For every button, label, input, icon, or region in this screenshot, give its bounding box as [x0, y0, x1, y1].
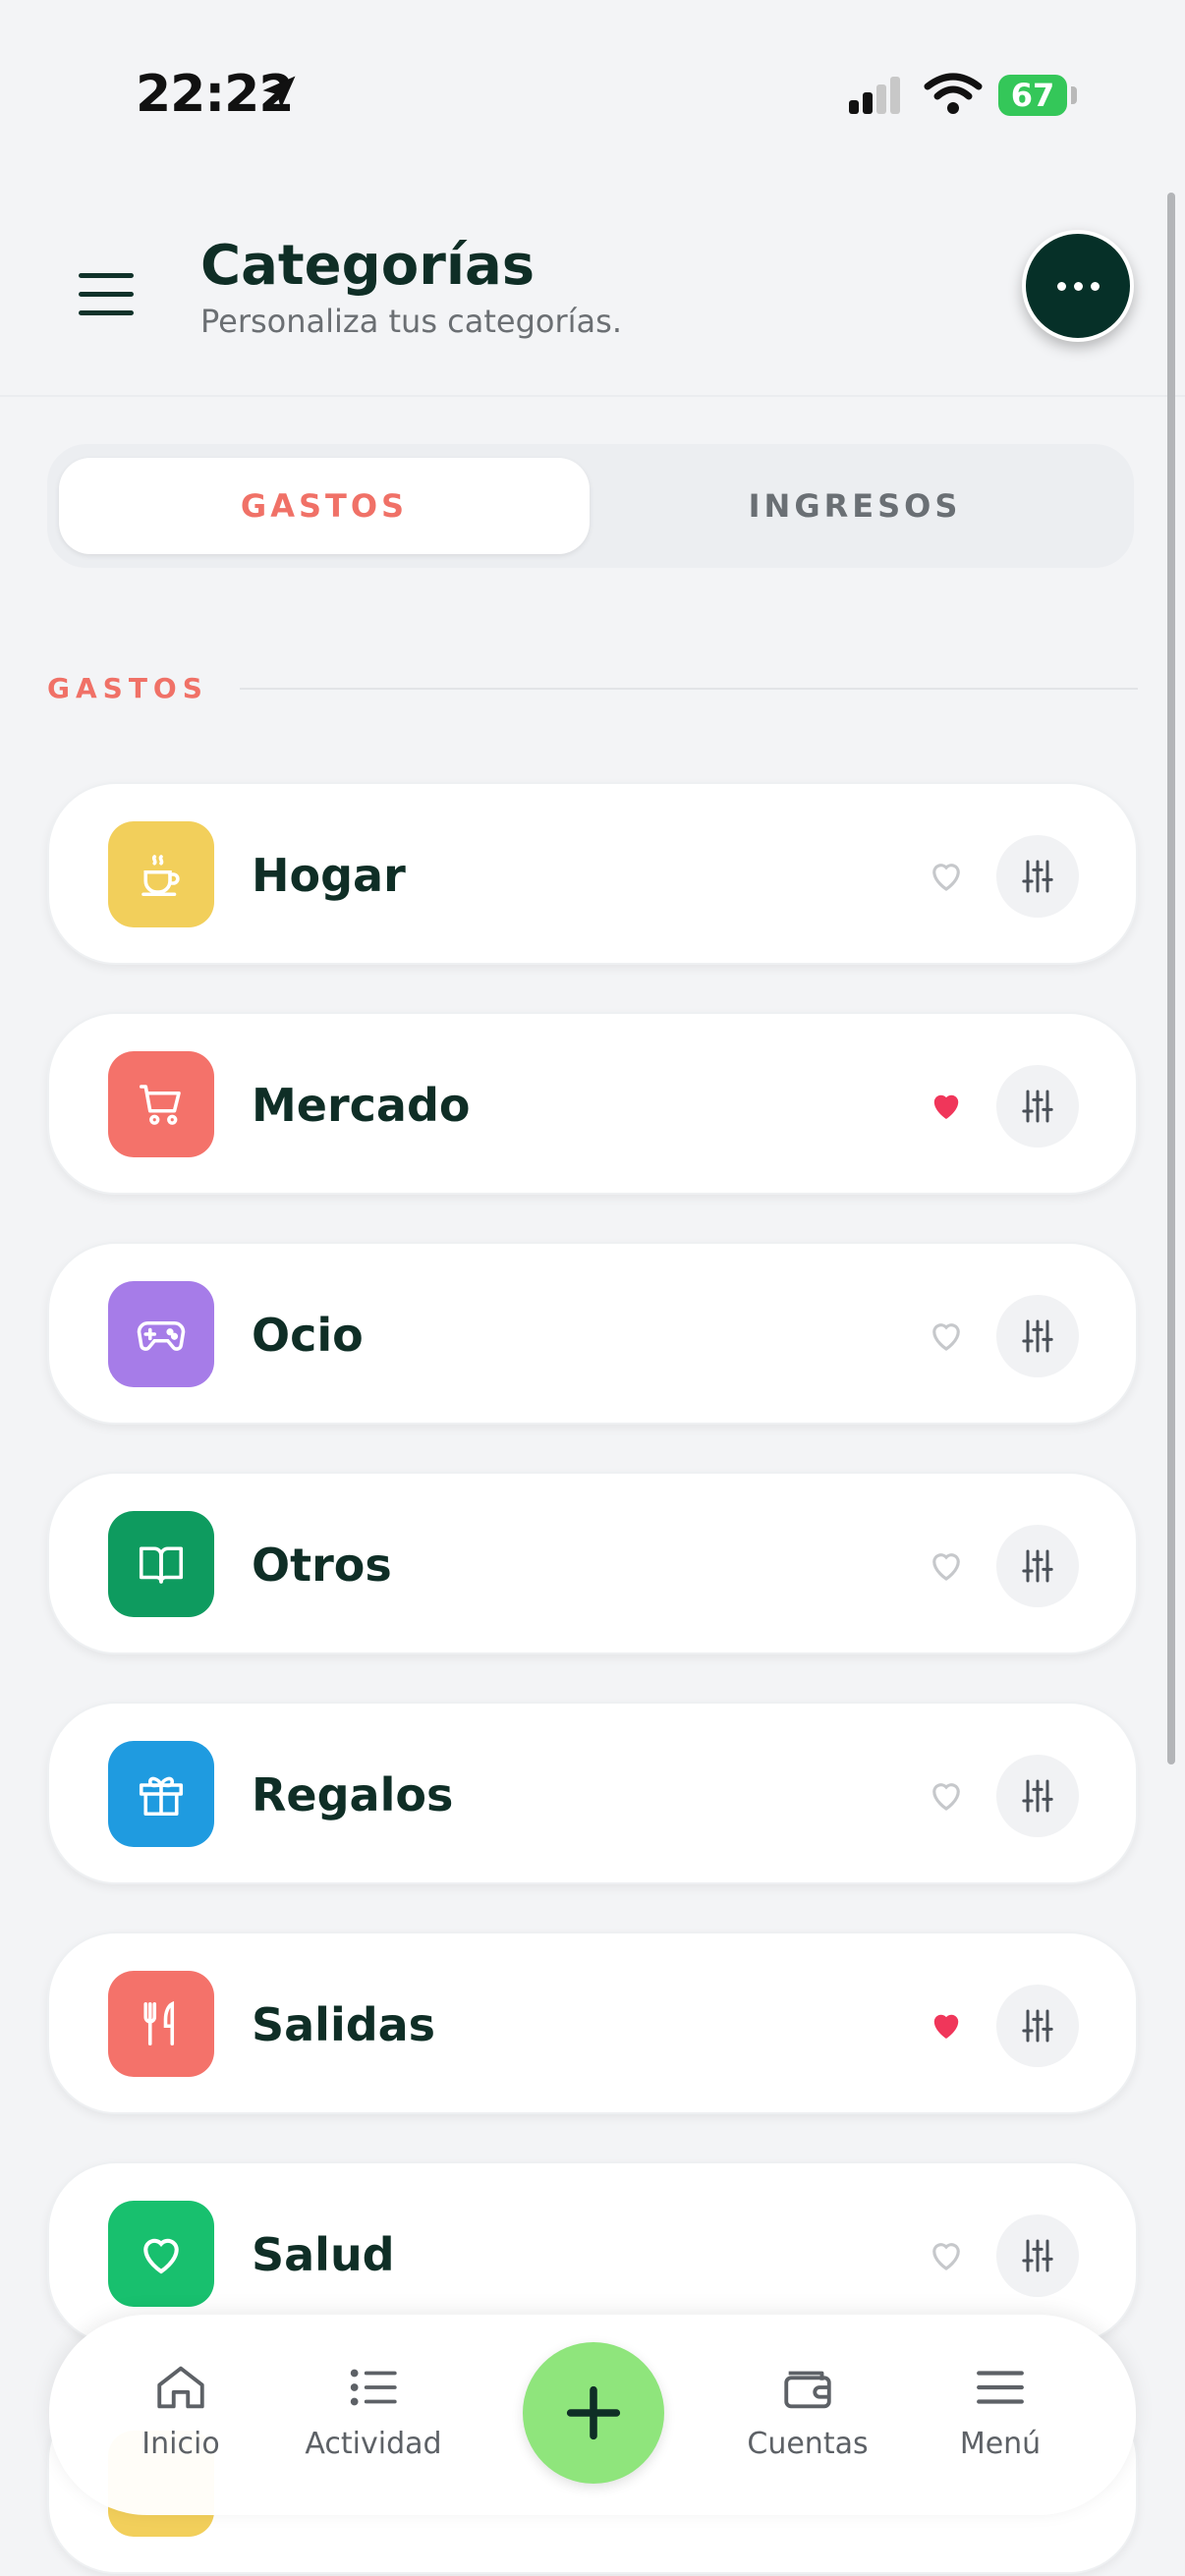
heart-outline-icon[interactable]	[926, 855, 967, 896]
nav-label: Menú	[959, 2427, 1042, 2461]
sliders-icon	[1022, 2239, 1053, 2272]
more-dots-icon	[1026, 234, 1130, 338]
section-label: GASTOS	[47, 672, 208, 704]
adjust-button[interactable]	[996, 1755, 1079, 1837]
category-label: Otros	[252, 1539, 392, 1592]
wifi-icon	[924, 73, 983, 114]
adjust-button[interactable]	[996, 835, 1079, 918]
sliders-icon	[1022, 1549, 1053, 1583]
sliders-icon	[1022, 860, 1053, 893]
category-card-otros[interactable]: Otros	[47, 1472, 1138, 1654]
nav-label: Actividad	[305, 2427, 442, 2461]
wallet-icon	[784, 2371, 831, 2409]
menu-icon	[977, 2371, 1024, 2404]
category-label: Mercado	[252, 1079, 471, 1132]
nav-label: Inicio	[141, 2427, 220, 2461]
gamepad-icon	[108, 1281, 214, 1387]
adjust-button[interactable]	[996, 1985, 1079, 2067]
heart-filled-icon[interactable]	[926, 2004, 967, 2045]
bottom-navigation: Inicio Actividad Cuentas Menú	[49, 2315, 1136, 2515]
heart-outline-icon[interactable]	[926, 1774, 967, 1816]
sliders-icon	[1022, 1090, 1053, 1123]
category-card-hogar[interactable]: Hogar	[47, 782, 1138, 965]
adjust-button[interactable]	[996, 1065, 1079, 1148]
fork-knife-icon	[108, 1971, 214, 2077]
status-bar: 22:22 67	[0, 0, 1185, 147]
more-options-button[interactable]	[1022, 230, 1134, 342]
category-label: Salidas	[252, 1998, 436, 2051]
heart-outline-icon[interactable]	[926, 2234, 967, 2275]
heart-outline-icon	[108, 2201, 214, 2307]
nav-inicio[interactable]: Inicio	[102, 2358, 259, 2461]
page-title: Categorías	[200, 234, 536, 298]
cellular-signal-icon	[849, 77, 900, 114]
header: Categorías Personaliza tus categorías.	[0, 196, 1185, 397]
add-transaction-button[interactable]	[523, 2342, 664, 2484]
sliders-icon	[1022, 2009, 1053, 2043]
home-icon	[157, 2366, 204, 2409]
heart-filled-icon[interactable]	[926, 1085, 967, 1126]
adjust-button[interactable]	[996, 2214, 1079, 2297]
section-divider	[240, 688, 1138, 690]
plus-icon	[566, 2385, 621, 2440]
battery-indicator: 67	[998, 75, 1067, 116]
sliders-icon	[1022, 1319, 1053, 1353]
gift-icon	[108, 1741, 214, 1847]
list-icon	[350, 2369, 397, 2406]
category-card-salidas[interactable]: Salidas	[47, 1932, 1138, 2114]
tab-gastos[interactable]: GASTOS	[59, 458, 590, 554]
adjust-button[interactable]	[996, 1525, 1079, 1607]
category-label: Ocio	[252, 1309, 364, 1362]
type-tabs: GASTOS INGRESOS	[47, 444, 1134, 568]
page-subtitle: Personaliza tus categorías.	[200, 303, 622, 340]
heart-outline-icon[interactable]	[926, 1544, 967, 1586]
heart-outline-icon[interactable]	[926, 1315, 967, 1356]
sliders-icon	[1022, 1779, 1053, 1813]
nav-menu[interactable]: Menú	[922, 2358, 1079, 2461]
nav-actividad[interactable]: Actividad	[295, 2358, 452, 2461]
nav-label: Cuentas	[747, 2427, 869, 2461]
category-label: Regalos	[252, 1768, 454, 1821]
nav-cuentas[interactable]: Cuentas	[729, 2358, 886, 2461]
scrollbar[interactable]	[1167, 193, 1175, 1764]
category-card-regalos[interactable]: Regalos	[47, 1702, 1138, 1884]
battery-cap	[1071, 86, 1077, 104]
tab-ingresos[interactable]: INGRESOS	[590, 458, 1120, 554]
hamburger-menu-icon[interactable]	[79, 273, 134, 316]
location-arrow-icon	[262, 76, 296, 109]
category-card-mercado[interactable]: Mercado	[47, 1012, 1138, 1195]
book-icon	[108, 1511, 214, 1617]
adjust-button[interactable]	[996, 1295, 1079, 1377]
coffee-cup-icon	[108, 821, 214, 927]
category-card-ocio[interactable]: Ocio	[47, 1242, 1138, 1425]
shopping-cart-icon	[108, 1051, 214, 1157]
category-label: Hogar	[252, 849, 406, 902]
